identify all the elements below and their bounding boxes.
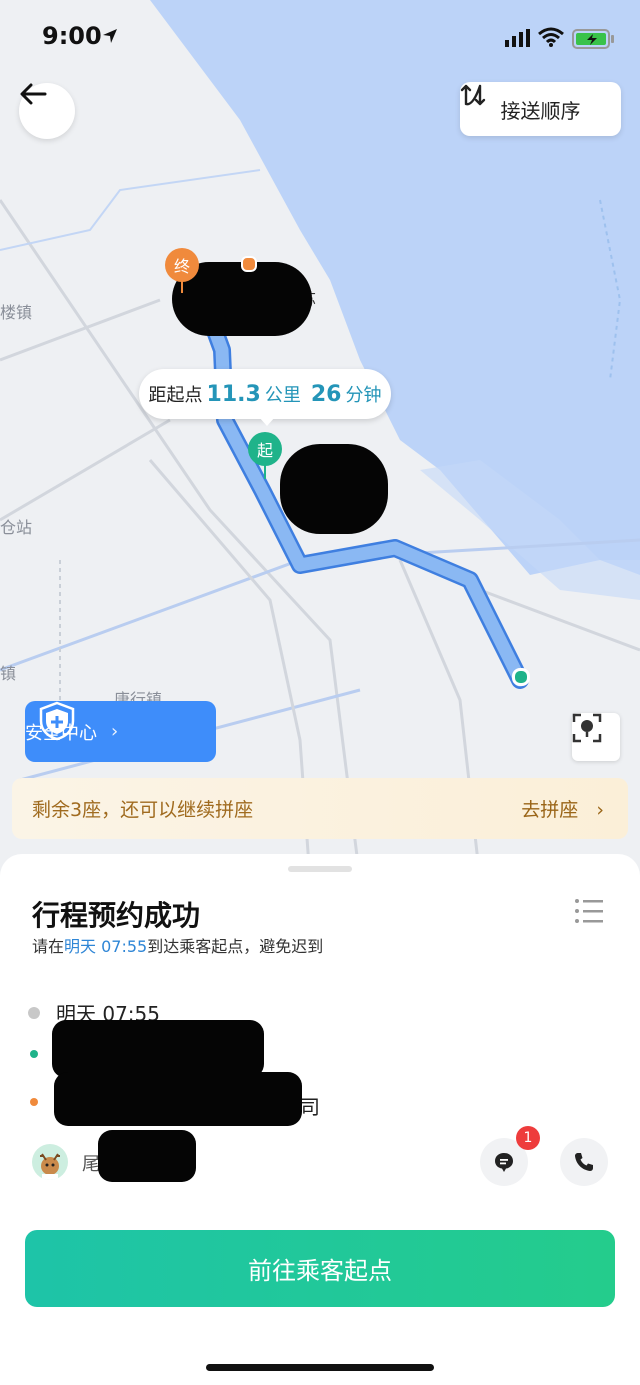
trip-sheet: 行程预约成功 请在明天 07:55到达乘客起点，避免迟到 明天 07:55 公司… — [0, 854, 640, 1385]
carpool-action[interactable]: 去拼座 › — [521, 795, 604, 822]
end-pin[interactable]: 终 — [165, 248, 199, 282]
phone-icon — [575, 1153, 593, 1171]
distance-value: 11.3 — [206, 381, 261, 407]
message-icon — [495, 1153, 513, 1172]
swap-order-icon — [460, 84, 486, 106]
home-indicator[interactable] — [206, 1364, 434, 1371]
call-button[interactable] — [560, 1138, 608, 1186]
location-arrow-icon — [103, 29, 117, 43]
redaction — [280, 444, 388, 534]
driver-location-dot — [512, 668, 530, 686]
clock-icon — [28, 1006, 40, 1019]
distance-unit: 公里 — [264, 385, 301, 406]
trip-subtitle: 请在明天 07:55到达乘客起点，避免迟到 — [32, 937, 324, 956]
map-place-label: 楼镇 — [0, 303, 33, 322]
map-place-label: 仓站 — [0, 518, 33, 537]
bubble-tail — [259, 417, 275, 426]
redaction — [52, 1020, 264, 1078]
safety-center-button[interactable]: 安全中心 › — [25, 701, 216, 762]
redaction — [98, 1130, 196, 1182]
message-count-badge: 1 — [516, 1126, 540, 1150]
passenger-avatar — [32, 1144, 68, 1180]
locate-icon — [572, 713, 602, 743]
cellular-signal-icon — [505, 29, 530, 47]
start-pin-stem — [264, 465, 266, 479]
chevron-right-icon: › — [111, 721, 119, 742]
status-bar: 9:00 — [0, 0, 640, 76]
duration-value: 26 — [310, 381, 342, 407]
redaction — [54, 1072, 302, 1126]
pickup-order-label: 接送顺序 — [500, 98, 581, 123]
list-menu-icon[interactable] — [574, 898, 604, 924]
status-time: 9:00 — [42, 22, 102, 50]
back-arrow-icon — [20, 83, 47, 105]
dropoff-dot — [30, 1098, 38, 1106]
end-pin-stem — [181, 281, 183, 293]
map-place-label: 镇 — [0, 664, 17, 683]
distance-bubble: 距起点 11.3 公里 26 分钟 — [139, 369, 391, 419]
carpool-banner[interactable]: 剩余3座，还可以继续拼座 去拼座 › — [12, 778, 628, 839]
carpool-message: 剩余3座，还可以继续拼座 — [32, 799, 254, 821]
map-view[interactable]: 楼镇 苏 仓站 镇 唐行镇 终 起 距起点 11.3 公里 26 分钟 接送顺序… — [0, 0, 640, 880]
trip-title: 行程预约成功 — [32, 899, 201, 932]
wifi-icon — [538, 27, 564, 47]
sheet-handle[interactable] — [288, 866, 352, 872]
deer-avatar-icon — [40, 1153, 60, 1180]
battery-icon — [572, 29, 614, 49]
back-button[interactable] — [19, 83, 75, 139]
pickup-order-button[interactable]: 接送顺序 — [460, 82, 621, 136]
recenter-button[interactable] — [572, 713, 620, 761]
pickup-dot — [30, 1050, 38, 1058]
waypoint-dot — [241, 256, 257, 272]
duration-unit: 分钟 — [345, 385, 382, 406]
distance-prefix: 距起点 — [148, 385, 203, 406]
start-pin[interactable]: 起 — [248, 432, 282, 466]
shield-icon — [39, 701, 75, 741]
go-to-pickup-button[interactable]: 前往乘客起点 — [25, 1230, 615, 1307]
